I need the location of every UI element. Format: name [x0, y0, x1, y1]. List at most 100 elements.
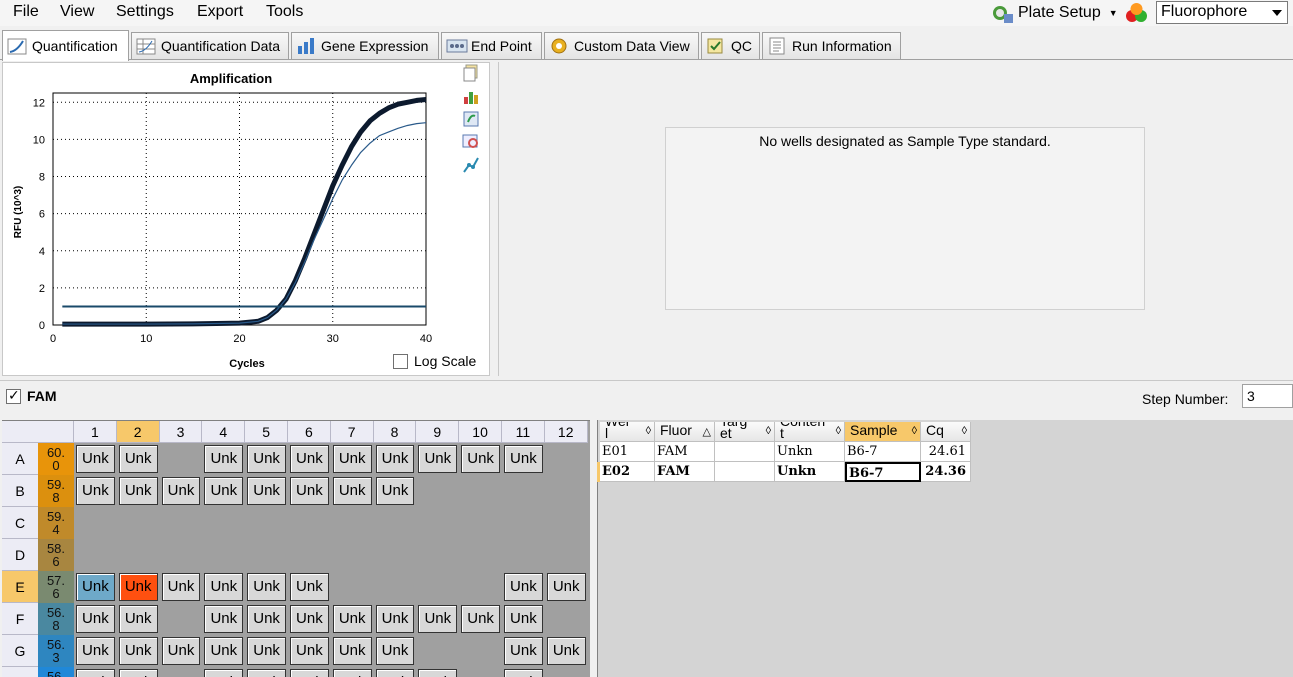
- plate-well[interactable]: Unk: [204, 477, 244, 505]
- plate-row-header[interactable]: C: [2, 507, 38, 539]
- plate-row-header[interactable]: H: [2, 667, 38, 677]
- table-cell[interactable]: FAM: [655, 462, 715, 482]
- chart-export-icon[interactable]: [462, 87, 480, 105]
- plate-well[interactable]: Unk: [461, 605, 500, 633]
- plate-well[interactable]: Unk: [290, 477, 329, 505]
- tab-quantification-data[interactable]: Quantification Data: [131, 32, 289, 59]
- table-cell[interactable]: B6-7: [845, 462, 921, 482]
- tab-end-point[interactable]: End Point: [441, 32, 542, 59]
- plate-row-header[interactable]: E: [2, 571, 38, 603]
- plate-column-header[interactable]: 1: [74, 421, 117, 443]
- plate-well[interactable]: Unk: [118, 445, 158, 473]
- plate-well[interactable]: Unk: [247, 669, 286, 677]
- plate-column-header[interactable]: 2: [116, 421, 160, 443]
- fluorophore-select[interactable]: Fluorophore: [1156, 1, 1288, 24]
- fam-checkbox[interactable]: [6, 387, 21, 404]
- plate-well[interactable]: Unk: [118, 669, 158, 677]
- plate-well[interactable]: Unk: [504, 445, 543, 473]
- plate-well[interactable]: Unk: [118, 573, 158, 601]
- plate-column-header[interactable]: 5: [245, 421, 288, 443]
- plate-column-header[interactable]: 12: [544, 421, 588, 443]
- plate-well[interactable]: Unk: [375, 637, 415, 665]
- zoom-chart-icon[interactable]: [462, 133, 480, 151]
- plate-well[interactable]: Unk: [504, 669, 543, 677]
- plate-column-header[interactable]: 10: [459, 421, 502, 443]
- plate-column-header[interactable]: 7: [330, 421, 374, 443]
- plate-well[interactable]: Unk: [76, 669, 115, 677]
- plate-well[interactable]: Unk: [76, 637, 115, 665]
- log-scale-toggle[interactable]: Log Scale: [393, 353, 476, 369]
- plate-well[interactable]: Unk: [161, 573, 201, 601]
- tab-run-information[interactable]: Run Information: [762, 32, 901, 59]
- plate-well[interactable]: Unk: [118, 637, 158, 665]
- plate-column-header[interactable]: 8: [373, 421, 417, 443]
- plate-row-header[interactable]: F: [2, 603, 38, 635]
- plate-well[interactable]: Unk: [332, 445, 372, 473]
- plate-well[interactable]: Unk: [76, 573, 115, 601]
- plate-well[interactable]: Unk: [204, 637, 244, 665]
- tab-gene-expression[interactable]: Gene Expression: [291, 32, 439, 59]
- plate-well[interactable]: Unk: [247, 637, 286, 665]
- table-header[interactable]: Fluor △: [655, 422, 715, 442]
- table-cell[interactable]: B6-7: [845, 442, 921, 462]
- plate-row-header[interactable]: A: [2, 443, 38, 475]
- plate-well[interactable]: Unk: [204, 445, 244, 473]
- plate-well[interactable]: Unk: [290, 669, 329, 677]
- menu-view[interactable]: View: [60, 3, 94, 21]
- plate-well[interactable]: Unk: [76, 605, 115, 633]
- plate-well[interactable]: Unk: [375, 669, 415, 677]
- fam-toggle[interactable]: FAM: [6, 387, 57, 404]
- plate-well[interactable]: Unk: [76, 477, 115, 505]
- table-cell[interactable]: Unkn: [775, 442, 845, 462]
- plate-well[interactable]: Unk: [290, 605, 329, 633]
- curve-settings-icon[interactable]: [462, 156, 480, 174]
- plate-well[interactable]: Unk: [418, 445, 458, 473]
- table-header[interactable]: Sample ◊: [845, 422, 921, 442]
- plate-well[interactable]: Unk: [375, 477, 415, 505]
- tab-custom-data-view[interactable]: Custom Data View: [544, 32, 699, 59]
- menu-export[interactable]: Export: [197, 3, 243, 21]
- plate-row-header[interactable]: G: [2, 635, 38, 667]
- plate-well[interactable]: Unk: [247, 573, 286, 601]
- plate-well[interactable]: Unk: [504, 637, 543, 665]
- plate-well[interactable]: Unk: [290, 445, 329, 473]
- plate-well[interactable]: Unk: [332, 477, 372, 505]
- plate-column-header[interactable]: 3: [159, 421, 203, 443]
- plate-well[interactable]: Unk: [504, 605, 543, 633]
- fluorophore-color-button[interactable]: [1122, 1, 1152, 25]
- step-number-field[interactable]: 3: [1242, 384, 1293, 408]
- menu-file[interactable]: File: [13, 3, 39, 21]
- plate-well[interactable]: Unk: [118, 477, 158, 505]
- plate-well[interactable]: Unk: [161, 477, 201, 505]
- table-cell[interactable]: [715, 462, 775, 482]
- plate-well[interactable]: Unk: [247, 445, 286, 473]
- plate-setup-button[interactable]: Plate Setup ▼: [992, 0, 1118, 26]
- plate-well[interactable]: Unk: [204, 669, 244, 677]
- plate-well[interactable]: Unk: [332, 605, 372, 633]
- log-scale-checkbox[interactable]: [393, 353, 408, 369]
- plate-well[interactable]: Unk: [375, 445, 415, 473]
- tab-qc[interactable]: QC: [701, 32, 760, 59]
- plate-column-header[interactable]: 11: [502, 421, 545, 443]
- copy-icon[interactable]: [462, 64, 480, 82]
- menu-tools[interactable]: Tools: [266, 3, 303, 21]
- plate-well[interactable]: Unk: [375, 605, 415, 633]
- plate-well[interactable]: Unk: [546, 637, 586, 665]
- plate-row-header[interactable]: B: [2, 475, 38, 507]
- plate-well[interactable]: Unk: [161, 637, 201, 665]
- plate-well[interactable]: Unk: [332, 637, 372, 665]
- plate-column-header[interactable]: 6: [288, 421, 331, 443]
- plate-well[interactable]: Unk: [290, 637, 329, 665]
- plate-well[interactable]: Unk: [76, 445, 115, 473]
- table-header[interactable]: Wel l ◊: [600, 422, 655, 442]
- plate-well[interactable]: Unk: [418, 605, 458, 633]
- menu-settings[interactable]: Settings: [116, 3, 174, 21]
- plate-well[interactable]: Unk: [332, 669, 372, 677]
- plate-well[interactable]: Unk: [461, 445, 500, 473]
- table-cell[interactable]: 24.36: [921, 462, 971, 482]
- plate-well[interactable]: Unk: [204, 573, 244, 601]
- table-header[interactable]: Targ et ◊: [715, 422, 775, 442]
- table-cell[interactable]: E01: [600, 442, 655, 462]
- plate-well[interactable]: Unk: [546, 573, 586, 601]
- table-header[interactable]: Cq ◊: [921, 422, 971, 442]
